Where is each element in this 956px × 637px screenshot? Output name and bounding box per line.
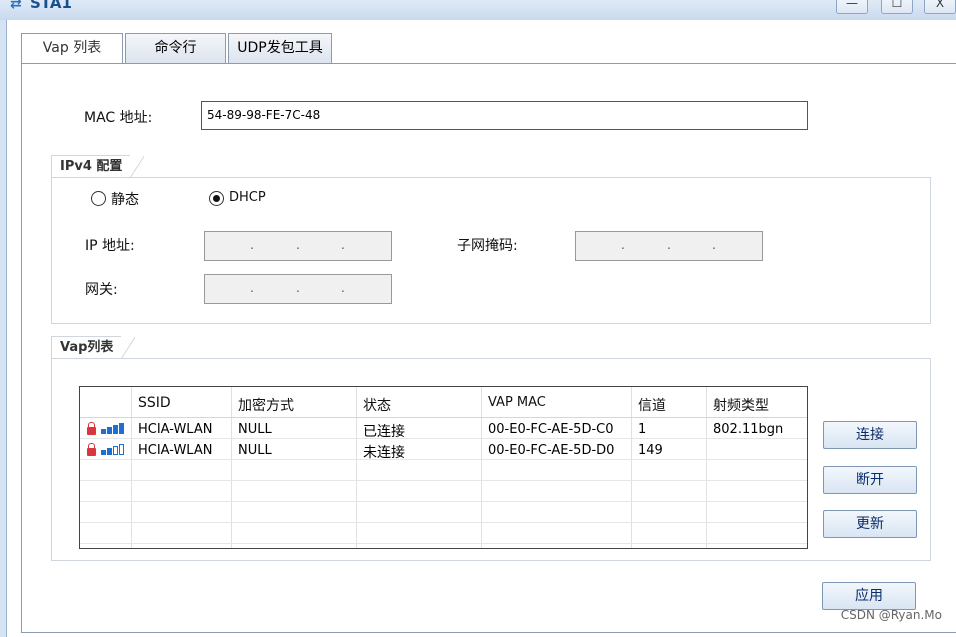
signal-strength-icon <box>101 423 127 434</box>
column-header-ssid[interactable]: SSID <box>138 395 171 411</box>
column-header-vap-mac[interactable]: VAP MAC <box>488 395 546 410</box>
lock-icon <box>87 422 96 435</box>
close-button[interactable]: X <box>924 0 956 14</box>
dhcp-radio[interactable] <box>209 191 224 206</box>
vap-list-panel: MAC 地址: 54-89-98-FE-7C-48 IPv4 配置 静态 DHC… <box>21 63 956 633</box>
column-header-encryption[interactable]: 加密方式 <box>238 395 294 415</box>
minimize-button[interactable]: — <box>836 0 868 14</box>
window-title: STA1 <box>30 0 72 12</box>
signal-strength-icon <box>101 444 127 455</box>
ipv4-config-group: IPv4 配置 静态 DHCP IP 地址: . . . 子网掩码: . . .… <box>51 155 931 324</box>
tab-command-line[interactable]: 命令行 <box>125 33 226 63</box>
vap-list-group: Vap列表 SSID 加密方式 状态 VAP MAC 信道 射频类型 HCIA-… <box>51 336 931 561</box>
dhcp-radio-label: DHCP <box>229 190 266 205</box>
apply-button[interactable]: 应用 <box>822 582 916 610</box>
disconnect-button[interactable]: 断开 <box>823 466 917 494</box>
column-header-status[interactable]: 状态 <box>363 395 391 415</box>
tab-udp-tool[interactable]: UDP发包工具 <box>228 33 332 63</box>
ip-address-field[interactable]: . . . <box>204 231 392 261</box>
static-radio-label: 静态 <box>111 192 139 208</box>
ip-address-label: IP 地址: <box>85 238 135 254</box>
watermark: CSDN @Ryan.Mo <box>840 608 942 622</box>
subnet-mask-label: 子网掩码: <box>457 238 518 254</box>
vap-group-title: Vap列表 <box>51 336 136 359</box>
connect-button[interactable]: 连接 <box>823 421 917 449</box>
mac-address-field[interactable]: 54-89-98-FE-7C-48 <box>201 101 808 130</box>
column-header-channel[interactable]: 信道 <box>638 395 666 415</box>
vap-table: SSID 加密方式 状态 VAP MAC 信道 射频类型 HCIA-WLAN N… <box>79 386 808 549</box>
gateway-field[interactable]: . . . <box>204 274 392 304</box>
maximize-button[interactable]: ☐ <box>881 0 913 14</box>
lock-icon <box>87 443 96 456</box>
ipv4-group-title: IPv4 配置 <box>51 155 145 178</box>
column-header-radio-type[interactable]: 射频类型 <box>713 395 769 415</box>
subnet-mask-field[interactable]: . . . <box>575 231 763 261</box>
tab-vap-list[interactable]: Vap 列表 <box>21 33 123 64</box>
window-client-area: Vap 列表 命令行 UDP发包工具 MAC 地址: 54-89-98-FE-7… <box>6 20 956 637</box>
static-radio[interactable] <box>91 191 106 206</box>
gateway-label: 网关: <box>85 282 118 298</box>
mac-label: MAC 地址: <box>84 110 153 126</box>
title-bar: ⇄ STA1 — ☐ X <box>0 0 956 20</box>
refresh-button[interactable]: 更新 <box>823 510 917 538</box>
network-icon: ⇄ <box>10 0 22 12</box>
